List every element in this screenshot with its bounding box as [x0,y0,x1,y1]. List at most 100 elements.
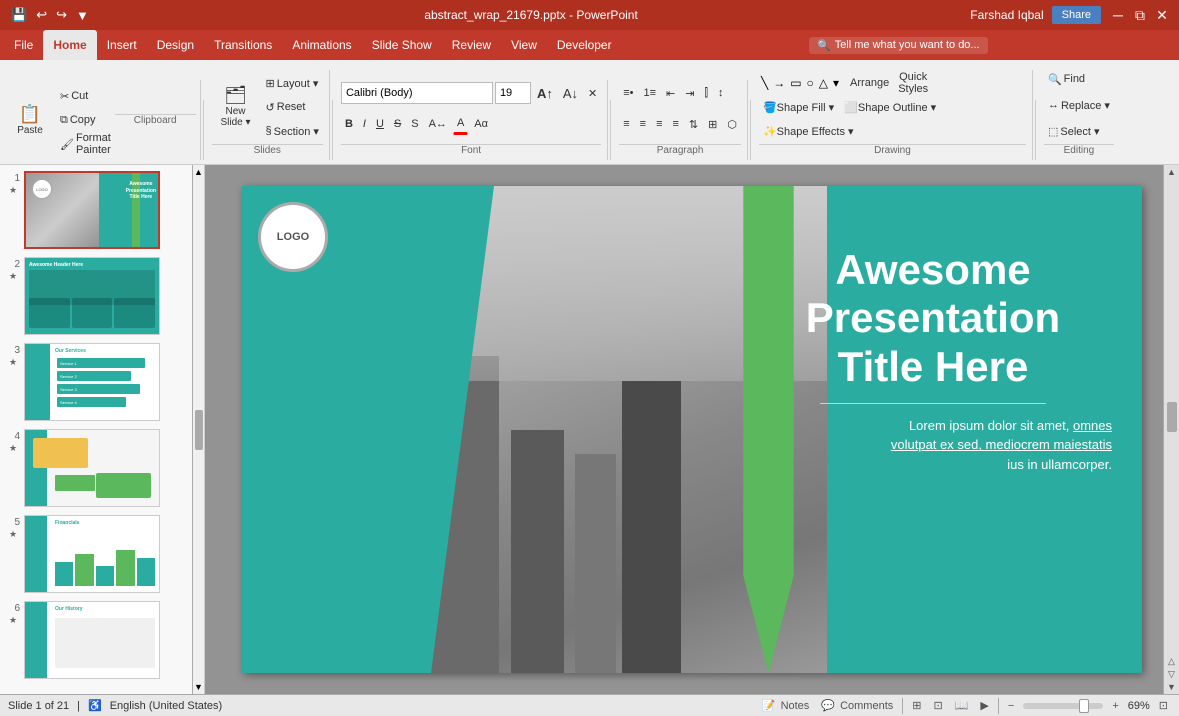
para-row-2: ≡ ≡ ≡ ≡ ⇅ ⊞ ⬡ [619,113,741,135]
slide-thumb-4[interactable]: 4 ★ [4,427,188,509]
menu-view[interactable]: View [501,30,547,60]
replace-button[interactable]: ↔ Replace ▾ [1044,94,1114,116]
shape-more[interactable]: ▾ [831,74,841,92]
scroll-up-button[interactable]: ▲ [1167,167,1176,177]
strikethrough-button[interactable]: S [390,113,405,135]
slide-thumb-1[interactable]: 1 ★ AwesomePresentationTitle Here LOGO [4,169,188,251]
align-center-button[interactable]: ≡ [636,113,650,135]
panel-scroll-up[interactable]: ▲ [194,167,203,177]
shape-fill-button[interactable]: 🪣 Shape Fill ▾ [759,96,838,118]
numbered-list-button[interactable]: 1≡ [640,82,661,104]
cut-button[interactable]: ✂ Cut [56,85,115,107]
menu-developer[interactable]: Developer [547,30,622,60]
text-shadow-button[interactable]: S [407,113,422,135]
smartart-button[interactable]: ⬡ [723,113,741,135]
status-right: 📝 Notes 💬 Comments ⊞ ⊡ 📖 ▶ − + 69% ⊡ [759,698,1171,714]
slide-thumb-2[interactable]: 2 ★ Awesome Header Here [4,255,188,337]
shape-triangle[interactable]: △ [817,74,830,92]
zoom-out-button[interactable]: − [1005,699,1017,713]
zoom-thumb[interactable] [1079,699,1089,713]
format-painter-button[interactable]: 🖌 Format Painter [56,133,115,155]
menu-insert[interactable]: Insert [97,30,147,60]
menu-design[interactable]: Design [147,30,204,60]
panel-scroll-down[interactable]: ▼ [194,682,203,692]
scroll-page-up[interactable]: △ [1168,656,1175,667]
ribbon: 📋 Paste ✂ Cut ⧉ Copy 🖌 Format Painter Cl… [0,60,1179,165]
text-direction-button[interactable]: ⇅ [685,113,702,135]
menu-animations[interactable]: Animations [282,30,361,60]
menu-home[interactable]: Home [43,30,96,60]
reset-button[interactable]: ↺ Reset [262,96,323,118]
save-button[interactable]: 💾 [8,5,30,25]
new-slide-button[interactable]: 🗂 NewSlide ▾ [212,77,260,137]
align-left-button[interactable]: ≡ [619,113,633,135]
columns-button[interactable]: ⫿ [700,82,712,104]
font-name-input[interactable] [341,82,493,104]
paste-button[interactable]: 📋 Paste [8,90,52,150]
drawing-row-effects2: ✨ Shape Effects ▾ [759,120,858,142]
decrease-indent-button[interactable]: ⇤ [662,82,679,104]
copy-button[interactable]: ⧉ Copy [56,109,115,131]
font-color-button[interactable]: A [453,113,468,135]
scroll-page-down[interactable]: ▽ [1168,669,1175,680]
shape-circle[interactable]: ○ [805,74,816,92]
find-button[interactable]: 🔍 Find [1044,68,1114,90]
font-size-up-button[interactable]: A↑ [533,82,557,104]
slides-label: Slides [212,144,323,158]
arrange-button[interactable]: Arrange [846,72,893,94]
menu-review[interactable]: Review [442,30,501,60]
notes-button[interactable]: 📝 Notes [759,698,813,713]
scroll-down-button[interactable]: ▼ [1167,682,1176,692]
char-spacing-button[interactable]: A↔ [425,113,451,135]
slide-img-1: AwesomePresentationTitle Here LOGO [24,171,160,249]
customize-button[interactable]: ▼ [73,6,92,25]
font-size-input[interactable] [495,82,531,104]
font-size-down-button[interactable]: A↓ [559,82,582,104]
select-button[interactable]: ⬚ Select ▾ [1044,120,1114,142]
shape-arrow[interactable]: → [771,74,787,92]
panel-scrollbar[interactable]: ▲ ▼ [193,165,205,694]
zoom-slider[interactable] [1023,703,1103,709]
shape-line[interactable]: ╲ [759,74,770,92]
menu-file[interactable]: File [4,30,43,60]
zoom-in-button[interactable]: + [1109,699,1121,713]
align-right-button[interactable]: ≡ [652,113,666,135]
quick-styles-button[interactable]: QuickStyles [894,72,932,94]
shape-outline-button[interactable]: ⬜ Shape Outline ▾ [840,96,940,118]
shape-effects-button[interactable]: ✨ Shape Effects ▾ [759,120,858,142]
section-button[interactable]: § Section ▾ [262,120,323,142]
fit-window-button[interactable]: ⊡ [1156,698,1171,713]
restore-button[interactable]: ⧉ [1131,6,1149,24]
bold-button[interactable]: B [341,113,357,135]
clear-format-button[interactable]: ✕ [584,82,601,104]
scroll-thumb[interactable] [1167,402,1177,432]
layout-button[interactable]: ⊞ Layout ▾ [262,72,323,94]
slide-thumb-3[interactable]: 3 ★ Our Services Service 1 Service 2 Ser… [4,341,188,423]
minimize-button[interactable]: ─ [1109,6,1127,24]
undo-button[interactable]: ↩ [33,5,50,25]
view-slideshow-button[interactable]: ▶ [977,698,991,713]
slide-thumb-5[interactable]: 5 ★ Financials [4,513,188,595]
underline-button[interactable]: U [372,113,388,135]
view-normal-button[interactable]: ⊞ [909,698,924,713]
menu-transitions[interactable]: Transitions [204,30,282,60]
comments-button[interactable]: 💬 Comments [818,698,896,713]
text-case-button[interactable]: Aα [470,113,492,135]
italic-button[interactable]: I [359,113,370,135]
redo-button[interactable]: ↪ [53,5,70,25]
align-justify-button[interactable]: ≡ [668,113,682,135]
canvas-scrollbar[interactable]: ▲ △ ▽ ▼ [1163,165,1179,694]
share-button[interactable]: Share [1052,6,1101,24]
star-4: ★ [9,443,17,454]
text-align-button[interactable]: ⊞ [704,113,721,135]
shape-rect[interactable]: ▭ [788,74,803,92]
panel-scroll-thumb[interactable] [195,410,203,450]
close-button[interactable]: ✕ [1153,6,1171,24]
bullet-list-button[interactable]: ≡• [619,82,637,104]
line-spacing-button[interactable]: ↕ [714,82,728,104]
slide-thumb-6[interactable]: 6 ★ Our History [4,599,188,681]
view-slide-sorter-button[interactable]: ⊡ [930,698,945,713]
menu-slideshow[interactable]: Slide Show [362,30,442,60]
increase-indent-button[interactable]: ⇥ [681,82,698,104]
view-reading-button[interactable]: 📖 [952,698,972,713]
